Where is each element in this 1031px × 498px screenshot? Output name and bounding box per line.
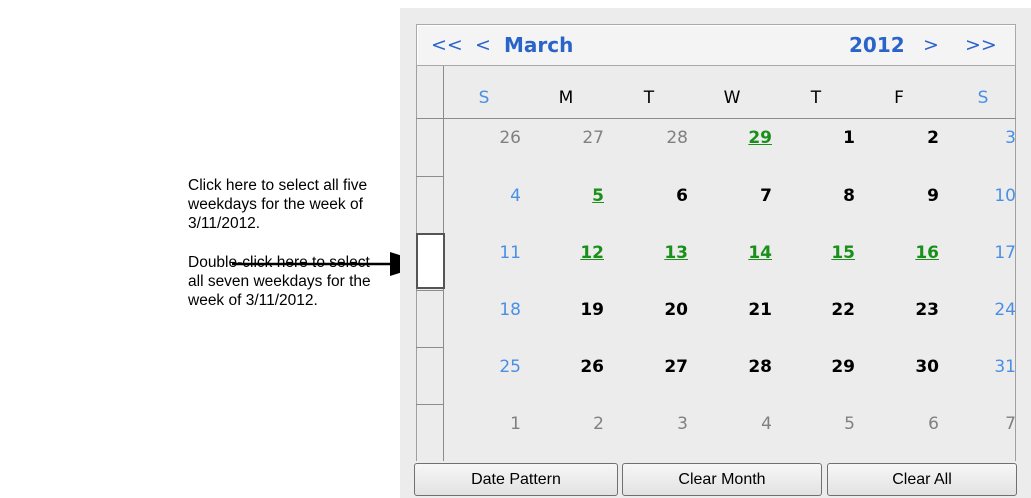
month-label[interactable]: March bbox=[504, 34, 573, 56]
day-cell[interactable]: 27 bbox=[628, 357, 688, 377]
day-cell[interactable]: 21 bbox=[712, 300, 772, 320]
day-header-divider bbox=[416, 118, 1016, 119]
callout-arrow bbox=[232, 252, 428, 276]
day-cell[interactable]: 26 bbox=[544, 357, 604, 377]
day-cell[interactable]: 31 bbox=[956, 357, 1016, 377]
day-of-week-header: T bbox=[810, 88, 822, 108]
day-cell[interactable]: 19 bbox=[544, 300, 604, 320]
next-month-button[interactable]: > bbox=[923, 34, 939, 56]
day-cell[interactable]: 23 bbox=[879, 300, 939, 320]
callout-single-click: Click here to select all five weekdays f… bbox=[188, 177, 368, 232]
day-cell[interactable]: 30 bbox=[879, 357, 939, 377]
day-cell[interactable]: 2 bbox=[544, 414, 604, 434]
day-cell[interactable]: 1 bbox=[795, 128, 855, 148]
day-cell[interactable]: 7 bbox=[956, 414, 1016, 434]
prev-year-button[interactable]: << bbox=[431, 34, 463, 56]
year-label[interactable]: 2012 bbox=[849, 34, 905, 56]
day-cell[interactable]: 9 bbox=[879, 186, 939, 206]
week-selector-button[interactable] bbox=[417, 119, 443, 174]
day-cell[interactable]: 13 bbox=[628, 243, 688, 263]
day-cell[interactable]: 27 bbox=[544, 128, 604, 148]
day-cell[interactable]: 8 bbox=[795, 186, 855, 206]
day-cell[interactable]: 18 bbox=[461, 300, 521, 320]
week-selector-button-selected[interactable] bbox=[416, 233, 445, 289]
day-cell[interactable]: 6 bbox=[628, 186, 688, 206]
day-cell[interactable]: 5 bbox=[544, 186, 604, 206]
week-selector-button[interactable] bbox=[417, 290, 443, 345]
day-cell[interactable]: 22 bbox=[795, 300, 855, 320]
day-cell[interactable]: 3 bbox=[956, 128, 1016, 148]
day-cell[interactable]: 28 bbox=[712, 357, 772, 377]
day-cell[interactable]: 26 bbox=[461, 128, 521, 148]
day-cell[interactable]: 11 bbox=[461, 243, 521, 263]
day-cell[interactable]: 4 bbox=[712, 414, 772, 434]
day-cell[interactable]: 2 bbox=[879, 128, 939, 148]
day-cell[interactable]: 29 bbox=[795, 357, 855, 377]
day-cell[interactable]: 28 bbox=[628, 128, 688, 148]
day-cell[interactable]: 7 bbox=[712, 186, 772, 206]
day-cell[interactable]: 10 bbox=[956, 186, 1016, 206]
day-cell[interactable]: 6 bbox=[879, 414, 939, 434]
day-cell[interactable]: 15 bbox=[795, 243, 855, 263]
day-of-week-header: M bbox=[558, 88, 574, 108]
day-of-week-header: T bbox=[643, 88, 655, 108]
clear-month-button[interactable]: Clear Month bbox=[622, 463, 822, 496]
day-cell[interactable]: 3 bbox=[628, 414, 688, 434]
day-of-week-header: W bbox=[723, 88, 741, 108]
prev-month-button[interactable]: < bbox=[475, 34, 491, 56]
day-cell[interactable]: 1 bbox=[461, 414, 521, 434]
day-cell[interactable]: 5 bbox=[795, 414, 855, 434]
day-of-week-header: F bbox=[894, 88, 904, 108]
next-year-button[interactable]: >> bbox=[965, 34, 997, 56]
calendar-grid bbox=[416, 66, 1016, 461]
week-selector-button[interactable] bbox=[417, 404, 443, 459]
week-selector-button[interactable] bbox=[417, 176, 443, 231]
day-cell[interactable]: 29 bbox=[712, 128, 772, 148]
day-cell[interactable]: 17 bbox=[956, 243, 1016, 263]
day-cell[interactable]: 14 bbox=[712, 243, 772, 263]
calendar-button-bar: Date Pattern Clear Month Clear All bbox=[414, 463, 1018, 496]
calendar-header: << < March 2012 > >> bbox=[416, 24, 1016, 66]
date-pattern-button[interactable]: Date Pattern bbox=[414, 463, 618, 496]
clear-all-button[interactable]: Clear All bbox=[827, 463, 1017, 496]
day-of-week-header: S bbox=[977, 88, 989, 108]
day-cell[interactable]: 12 bbox=[544, 243, 604, 263]
day-cell[interactable]: 25 bbox=[461, 357, 521, 377]
day-cell[interactable]: 16 bbox=[879, 243, 939, 263]
day-cell[interactable]: 24 bbox=[956, 300, 1016, 320]
day-cell[interactable]: 20 bbox=[628, 300, 688, 320]
week-selector-button[interactable] bbox=[417, 347, 443, 402]
day-cell[interactable]: 4 bbox=[461, 186, 521, 206]
day-of-week-header: S bbox=[478, 88, 490, 108]
